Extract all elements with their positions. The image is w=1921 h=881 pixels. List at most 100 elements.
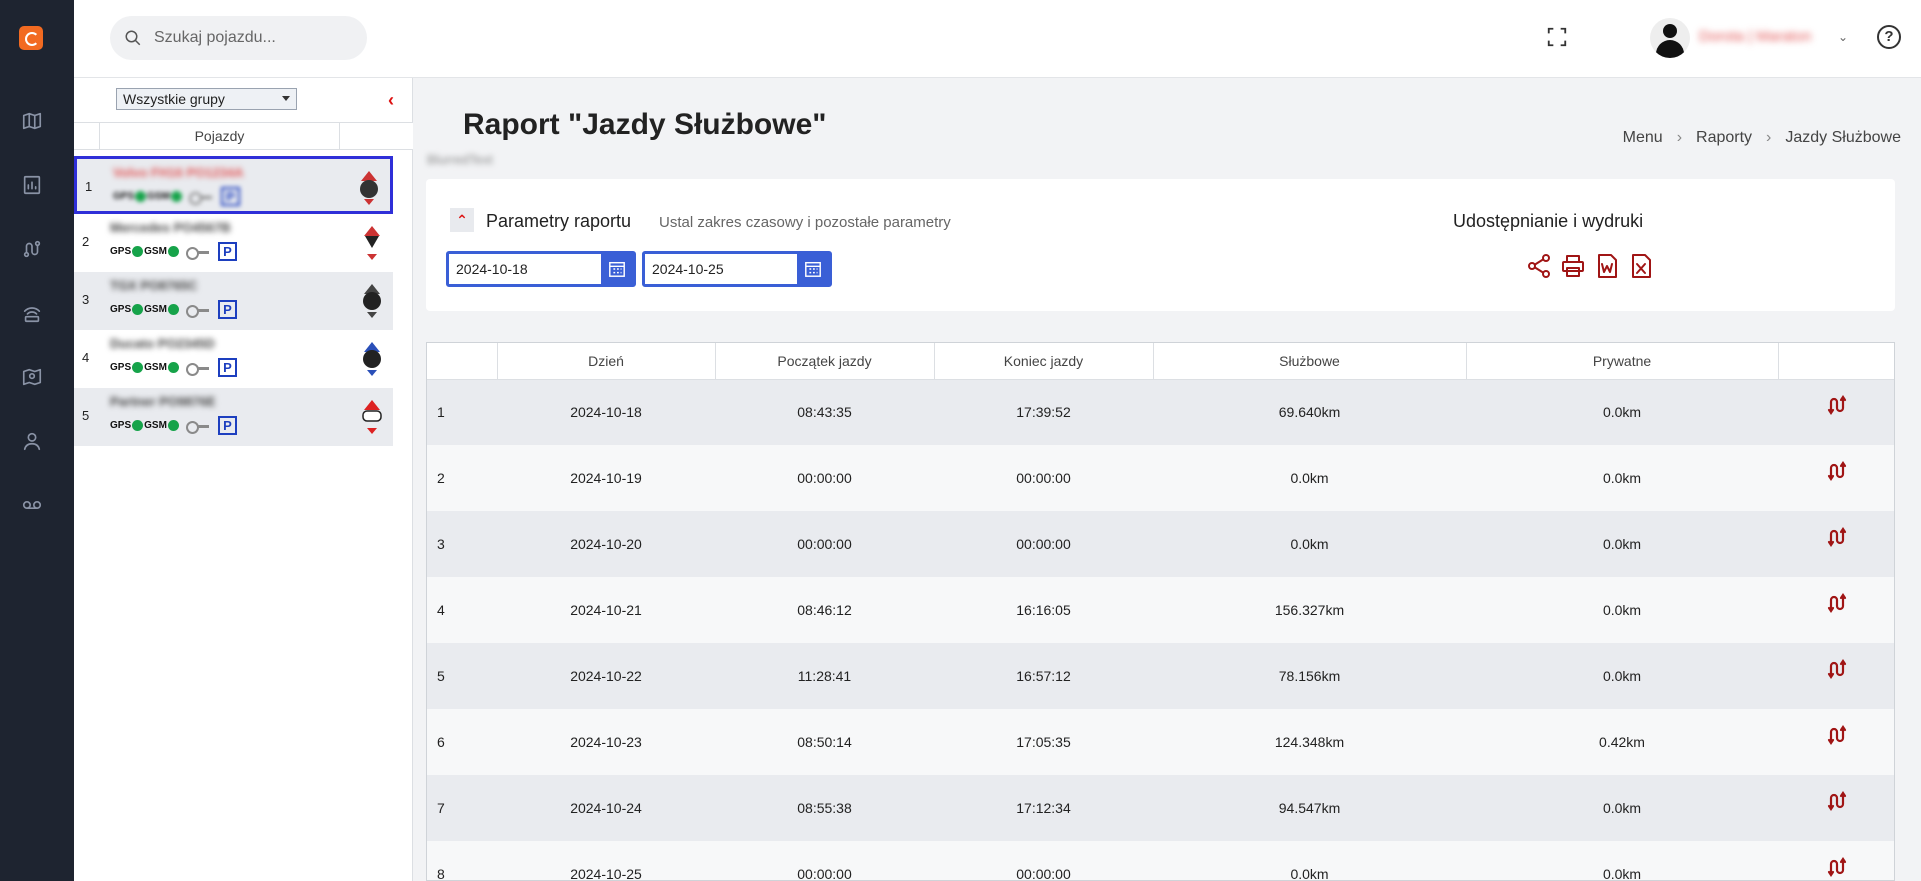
col-header-private[interactable]: Prywatne [1466,343,1779,380]
page-title: Raport "Jazdy Służbowe" [463,108,827,141]
cell-private: 0.0km [1466,511,1778,577]
cell-business: 0.0km [1153,841,1466,880]
gsm-status-icon [167,246,179,257]
signal-icon[interactable] [21,302,43,324]
share-icon[interactable] [1526,253,1552,279]
gps-label: GPS [110,420,132,431]
col-header-start[interactable]: Początek jazdy [715,343,935,380]
print-icon[interactable] [1560,253,1586,279]
cell-end: 17:05:35 [934,709,1153,775]
vehicle-num: 3 [82,292,90,307]
key-icon [185,362,210,376]
route-icon[interactable] [1827,790,1847,811]
app-logo[interactable] [19,26,43,50]
cell-index: 2 [427,445,497,511]
cell-private: 0.0km [1466,775,1778,841]
vehicle-marker-icon [363,284,381,318]
top-bar: Dorota | Maraton ⌄ ? [74,0,1921,78]
vehicle-name: Ducato PO2345D [110,336,215,351]
breadcrumb-menu[interactable]: Menu [1623,129,1663,147]
vehicle-status: GPS GSM P [113,187,240,206]
cell-private: 0.0km [1466,577,1778,643]
date-to-value: 2024-10-25 [652,261,724,277]
vehicle-row[interactable]: 2 Mercedes PO4567B GPS GSM P [74,214,393,272]
cell-index: 7 [427,775,497,841]
collapse-panel-icon[interactable]: ‹ [388,90,394,111]
gsm-label: GSM [144,362,167,373]
cell-actions [1778,709,1894,775]
vehicle-name: Mercedes PO4567B [110,220,231,235]
voicemail-icon[interactable] [21,494,43,516]
vehicle-row[interactable]: 4 Ducato PO2345D GPS GSM P [74,330,393,388]
cell-business: 78.156km [1153,643,1466,709]
vehicle-marker-icon [364,226,380,260]
date-to-field[interactable]: 2024-10-25 [642,251,832,287]
user-name[interactable]: Dorota | Maraton [1699,28,1811,45]
report-table: Dzień Początek jazdy Koniec jazdy Służbo… [426,342,1895,881]
vehicle-name: Partner PO9876E [110,394,216,409]
calendar-icon[interactable] [601,254,633,284]
zones-icon[interactable] [21,366,43,388]
route-icon[interactable] [1827,592,1847,613]
col-header-day[interactable]: Dzień [497,343,716,380]
vehicle-marker-icon [360,171,378,205]
routes-icon[interactable] [21,238,43,260]
header-num-cell [74,123,100,149]
col-header-end[interactable]: Koniec jazdy [934,343,1154,380]
help-icon[interactable]: ? [1877,25,1901,49]
reports-icon[interactable] [21,174,43,196]
route-icon[interactable] [1827,856,1847,877]
vehicle-row[interactable]: 1 Volvo FH16 PO1234A GPS GSM P [74,156,393,214]
route-icon[interactable] [1827,724,1847,745]
cell-end: 17:39:52 [934,379,1153,445]
date-from-field[interactable]: 2024-10-18 [446,251,636,287]
chevron-down-icon[interactable]: ⌄ [1838,30,1848,44]
key-icon [185,304,210,318]
search-input[interactable] [154,29,354,47]
vehicles-panel: Wszystkie grupy ‹ Pojazdy 1 Volvo FH16 P… [74,78,413,881]
breadcrumb: Menu › Raporty › Jazdy Służbowe [1623,129,1901,147]
cell-actions [1778,379,1894,445]
cell-private: 0.42km [1466,709,1778,775]
fullscreen-icon[interactable] [1546,26,1568,48]
breadcrumb-reports[interactable]: Raporty [1696,129,1752,147]
calendar-icon[interactable] [797,254,829,284]
vehicle-row[interactable]: 5 Partner PO9876E GPS GSM P [74,388,393,446]
parking-icon: P [217,358,237,377]
gps-status-icon [135,191,147,202]
cell-end: 00:00:00 [934,841,1153,880]
route-icon[interactable] [1827,658,1847,679]
route-icon[interactable] [1827,460,1847,481]
gps-status-icon [132,304,144,315]
vehicle-row[interactable]: 3 TGX PO8765C GPS GSM P [74,272,393,330]
gps-status-icon [132,362,144,373]
cell-day: 2024-10-23 [497,709,715,775]
gsm-status-icon [167,304,179,315]
breadcrumb-current: Jazdy Służbowe [1785,129,1901,146]
col-header-business[interactable]: Służbowe [1153,343,1467,380]
gps-label: GPS [110,304,132,315]
map-icon[interactable] [21,110,43,132]
caret-down-icon [282,96,290,101]
gps-label: GPS [110,362,132,373]
table-row: 5 2024-10-22 11:28:41 16:57:12 78.156km 0.0km [427,643,1894,709]
vehicle-search[interactable] [110,16,367,60]
cell-index: 5 [427,643,497,709]
group-select[interactable]: Wszystkie grupy [116,88,297,110]
route-icon[interactable] [1827,394,1847,415]
parking-icon: P [217,416,237,435]
cell-actions [1778,643,1894,709]
cell-day: 2024-10-18 [497,379,715,445]
cell-business: 156.327km [1153,577,1466,643]
params-hint: Ustal zakres czasowy i pozostałe paramet… [659,214,951,231]
word-export-icon[interactable] [1594,253,1620,279]
user-icon[interactable] [21,430,43,452]
vehicles-column-header: Pojazdy [100,123,340,149]
route-icon[interactable] [1827,526,1847,547]
avatar[interactable] [1650,18,1690,58]
excel-export-icon[interactable] [1628,253,1654,279]
cell-index: 6 [427,709,497,775]
cell-index: 1 [427,379,497,445]
share-toolbar [1526,253,1654,279]
collapse-params-button[interactable]: ⌃ [450,208,474,232]
